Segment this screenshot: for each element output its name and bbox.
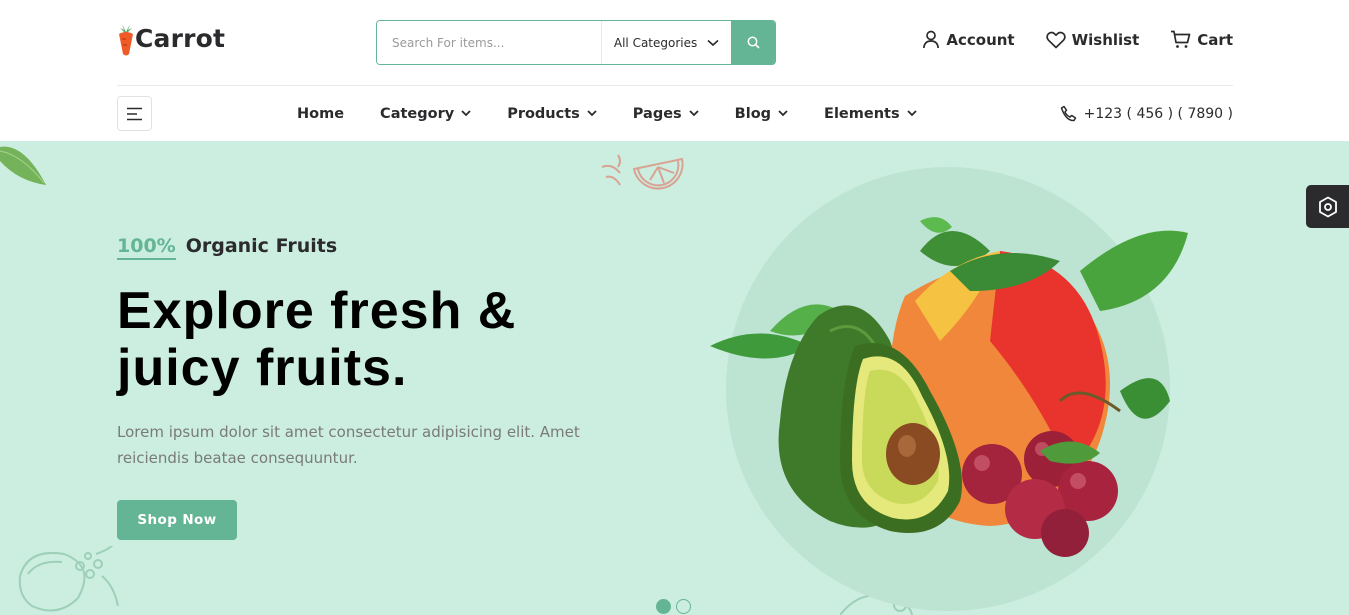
slider-dot-1[interactable]: [656, 599, 671, 614]
leaf-decoration-icon: [0, 146, 46, 185]
nav-item-label: Blog: [734, 105, 772, 122]
chevron-down-icon: [461, 110, 471, 117]
chevron-down-icon: [906, 110, 917, 117]
menu-icon: [127, 107, 142, 120]
tagline-text: Organic Fruits: [185, 235, 338, 257]
top-header: Carrot All Categories Account Wishlist C…: [117, 0, 1233, 86]
phone-icon: [1060, 105, 1076, 122]
category-select-label: All Categories: [613, 35, 698, 50]
slider-dot-2[interactable]: [676, 599, 691, 614]
cart-icon: [1171, 30, 1191, 48]
chevron-down-icon: [587, 110, 597, 117]
shop-now-button[interactable]: Shop Now: [117, 500, 237, 540]
nav-item-category[interactable]: Category: [380, 106, 471, 122]
nav-item-label: Category: [380, 105, 455, 122]
user-icon: [923, 30, 940, 49]
hero-title-line-1: Explore fresh &: [117, 282, 517, 340]
chevron-down-icon: [689, 110, 699, 117]
account-label: Account: [946, 30, 1015, 49]
orange-slice-decoration-icon: [601, 154, 684, 190]
nav-item-products[interactable]: Products: [507, 106, 597, 122]
carrot-logo-icon: [119, 24, 133, 56]
search-bar: All Categories: [376, 20, 776, 65]
chevron-down-icon: [707, 39, 719, 46]
slider-dots: [656, 599, 691, 614]
nav-item-label: Elements: [824, 105, 900, 122]
tagline-highlight: 100%: [117, 235, 176, 260]
main-nav: Home Category Products Pages Blog Elemen…: [117, 86, 1233, 141]
phone-contact[interactable]: +123 ( 456 ) ( 7890 ): [1060, 86, 1233, 141]
chevron-down-icon: [778, 110, 788, 117]
phone-number: +123 ( 456 ) ( 7890 ): [1083, 105, 1233, 122]
settings-icon: [1318, 196, 1337, 217]
account-link[interactable]: Account: [922, 30, 1015, 49]
hero-tagline: 100% Organic Fruits: [117, 235, 337, 260]
search-icon: [747, 36, 760, 49]
category-select[interactable]: All Categories: [601, 21, 732, 64]
cart-label: Cart: [1197, 30, 1233, 49]
brand-name: Carrot: [135, 23, 226, 53]
nav-item-label: Pages: [632, 105, 682, 122]
brand-logo[interactable]: Carrot: [117, 18, 225, 58]
search-input[interactable]: [377, 21, 602, 64]
hero-title-line-2: juicy fruits.: [117, 339, 408, 397]
nav-item-blog[interactable]: Blog: [735, 106, 788, 122]
wishlist-label: Wishlist: [1071, 30, 1140, 49]
nav-item-home[interactable]: Home: [297, 106, 344, 122]
heart-icon: [1045, 31, 1066, 48]
fruits-hero-image: [710, 167, 1188, 611]
cart-link[interactable]: Cart: [1170, 30, 1233, 49]
search-button[interactable]: [731, 21, 775, 64]
nav-items: Home Category Products Pages Blog Elemen…: [297, 86, 953, 141]
hero-banner: 100% Organic Fruits Explore fresh & juic…: [0, 141, 1349, 615]
nav-item-label: Home: [297, 105, 345, 122]
hero-description: Lorem ipsum dolor sit amet consectetur a…: [117, 423, 580, 467]
nav-item-pages[interactable]: Pages: [633, 106, 699, 122]
hero-title: Explore fresh & juicy fruits.: [117, 283, 637, 397]
settings-button[interactable]: [1306, 185, 1349, 228]
nav-item-label: Products: [507, 105, 580, 122]
wishlist-link[interactable]: Wishlist: [1045, 30, 1140, 49]
nav-item-elements[interactable]: Elements: [824, 106, 917, 122]
menu-toggle-button[interactable]: [117, 96, 152, 131]
header-links: Account Wishlist Cart: [922, 30, 1233, 49]
fruit-bowl-decoration-icon: [18, 546, 119, 612]
